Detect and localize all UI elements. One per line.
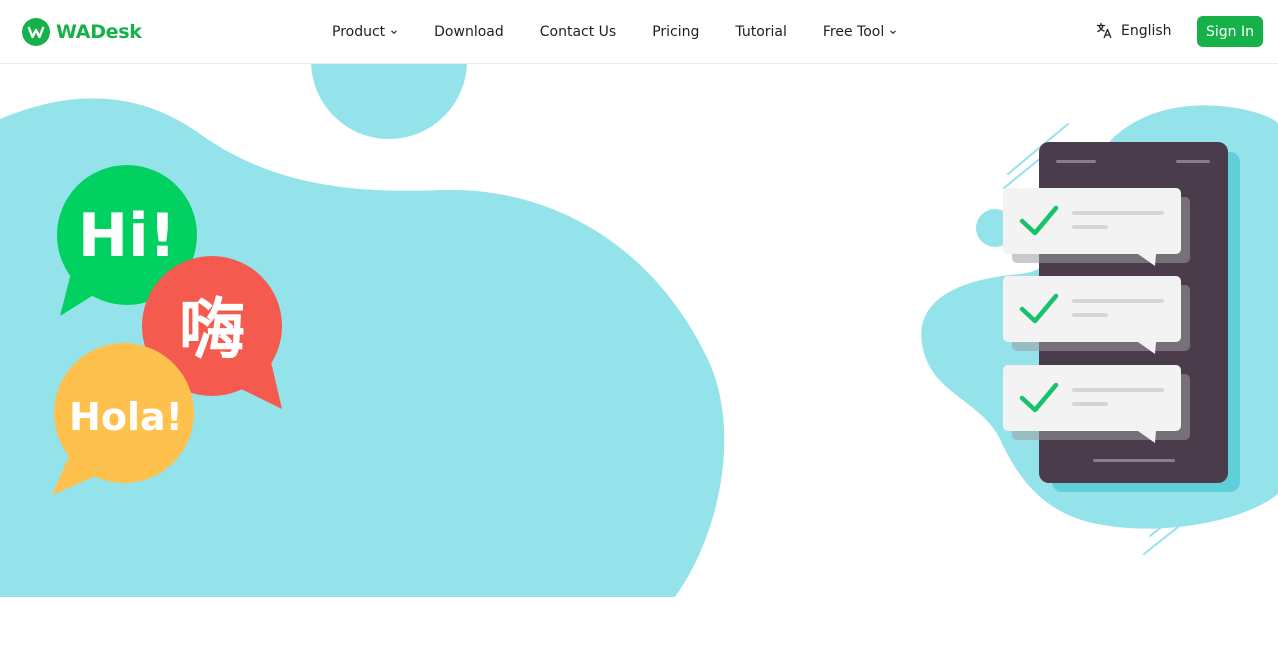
nav-item-free-tool[interactable]: Free Tool	[823, 24, 897, 40]
nav-item-label: Contact Us	[539, 24, 617, 40]
nav-item-label: Pricing	[652, 24, 700, 40]
logo[interactable]: WADesk	[22, 18, 142, 46]
nav-item-tutorial[interactable]: Tutorial	[735, 24, 786, 40]
hero-illustration: Hi! 嗨 Hola!	[0, 64, 1278, 597]
language-selector[interactable]: English	[1096, 22, 1172, 39]
main-nav: Product Download Contact Us Pricing Tuto…	[332, 0, 933, 64]
translate-icon	[1096, 22, 1112, 39]
chevron-down-icon	[890, 30, 897, 35]
hi-bubble-text: Hi!	[78, 201, 176, 271]
sign-in-button[interactable]: Sign In	[1197, 16, 1263, 47]
nav-item-contact-us[interactable]: Contact Us	[540, 24, 616, 40]
chevron-down-icon	[391, 30, 398, 35]
message-card	[1003, 276, 1190, 354]
message-card	[1003, 365, 1190, 443]
nav-item-label: Product	[332, 24, 386, 40]
nav-item-label: Free Tool	[822, 24, 885, 40]
brand-name: WADesk	[56, 21, 142, 43]
site-header: WADesk Product Download Contact Us Prici…	[0, 0, 1278, 64]
nav-item-label: Tutorial	[735, 24, 787, 40]
nav-item-label: Download	[434, 24, 504, 40]
hai-bubble-text: 嗨	[179, 291, 245, 368]
nav-item-pricing[interactable]: Pricing	[652, 24, 699, 40]
hero-banner: Hi! 嗨 Hola!	[0, 64, 1278, 597]
hola-bubble-text: Hola!	[69, 395, 183, 439]
language-label: English	[1121, 22, 1172, 39]
wadesk-logo-icon	[22, 18, 50, 46]
message-card	[1003, 188, 1190, 266]
background-circle	[311, 64, 467, 139]
nav-item-product[interactable]: Product	[332, 24, 398, 40]
nav-item-download[interactable]: Download	[434, 24, 504, 40]
decorative-circle	[1238, 399, 1262, 423]
